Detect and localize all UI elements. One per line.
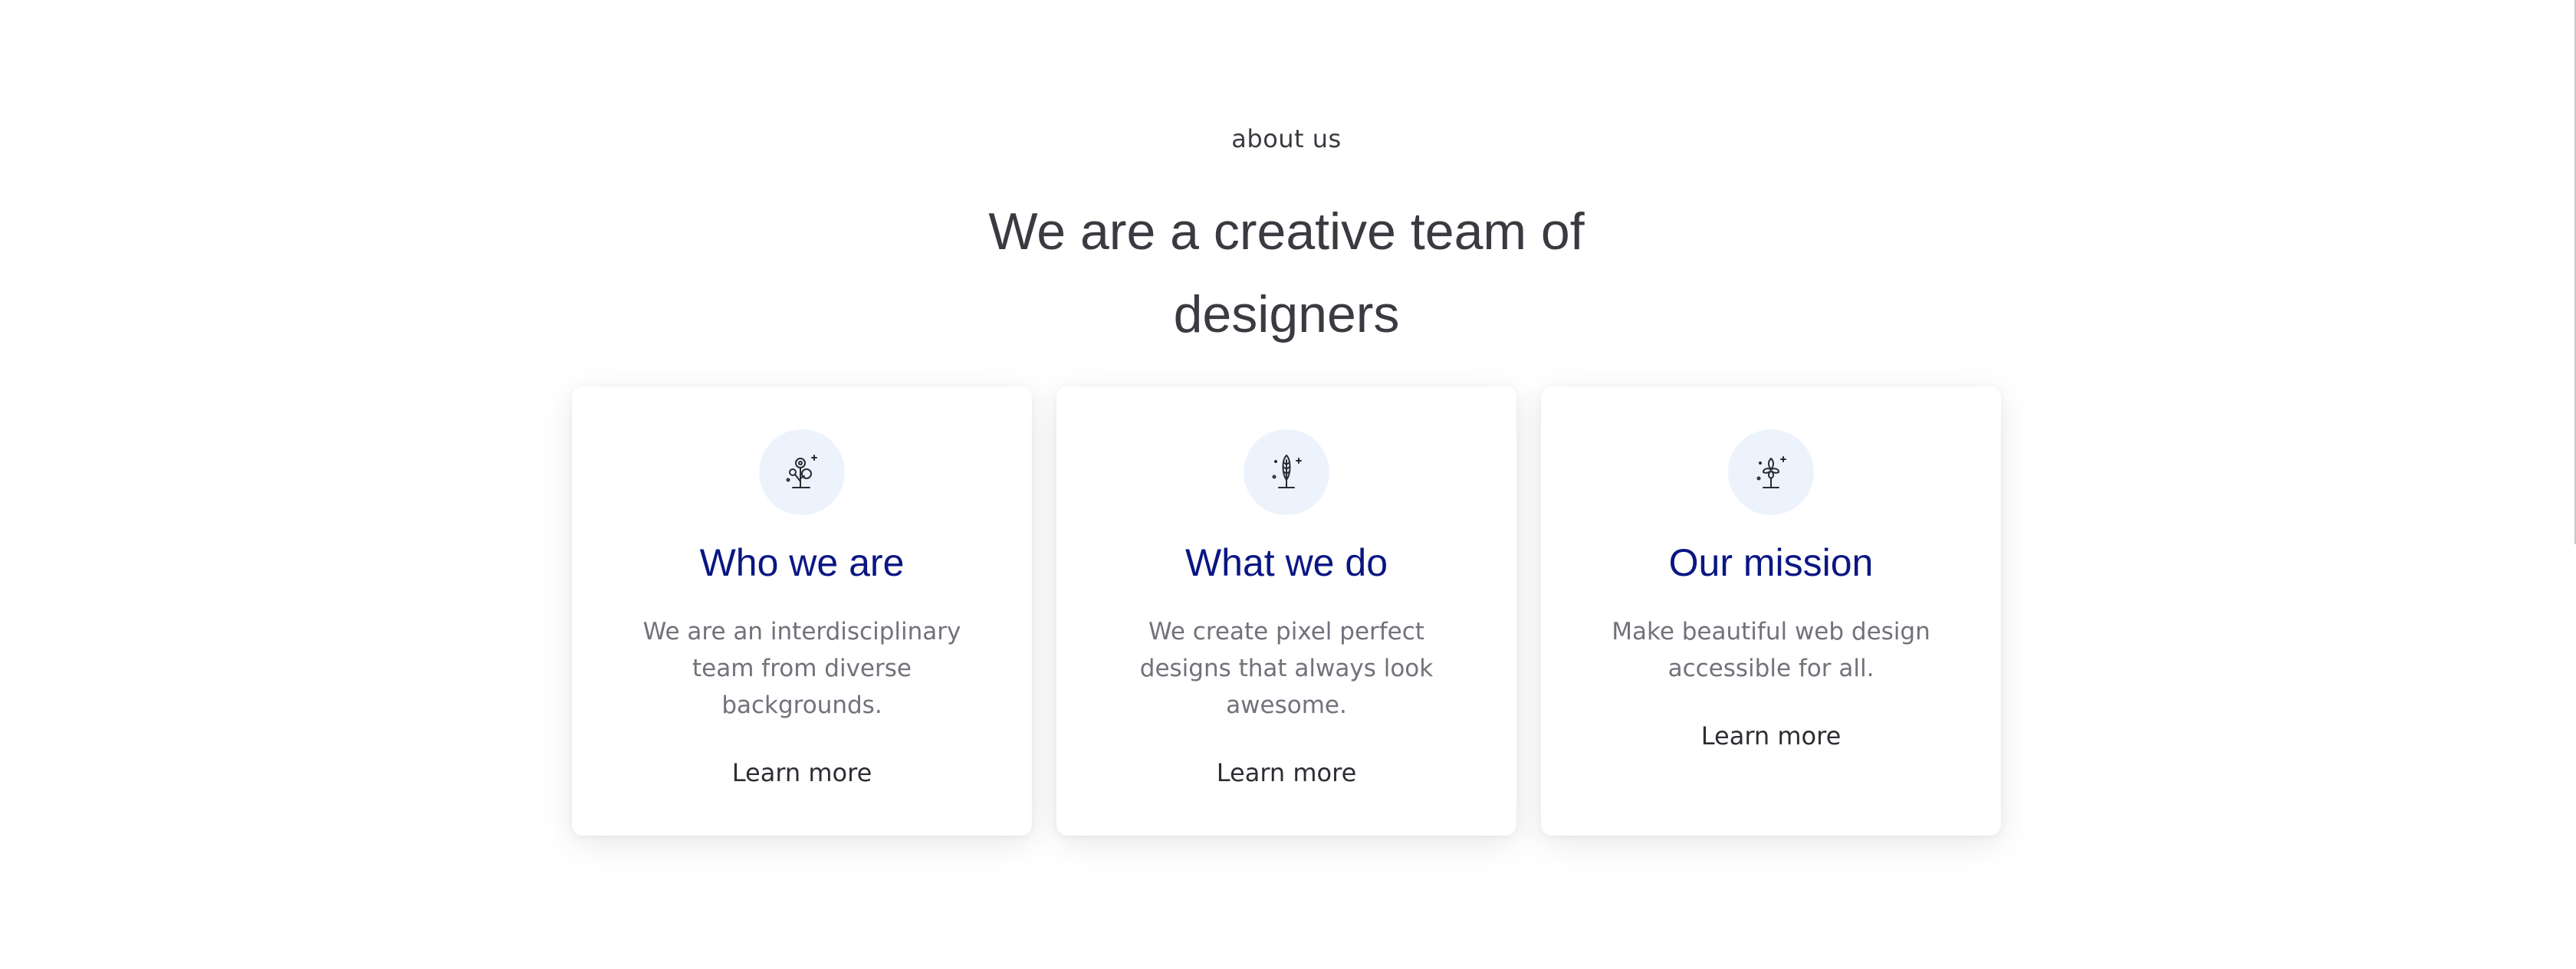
headline-line-1: We are a creative team of [988,202,1585,261]
card-our-mission: Our mission Make beautiful web design ac… [1541,386,2001,836]
leaf-sprout-icon [1272,455,1302,488]
card-what-we-do: What we do We create pixel perfect desig… [1056,386,1516,836]
about-section: about us We are a creative team of desig… [0,0,2573,969]
learn-more-link[interactable]: Learn more [572,756,1032,790]
headline-line-2: designers [1173,285,1400,343]
flower-tree-icon [786,455,817,488]
section-eyebrow: about us [1231,124,1342,153]
learn-more-link[interactable]: Learn more [1056,756,1516,790]
card-title: Who we are [699,541,905,584]
plant-growth-icon [1756,456,1786,488]
card-description: Make beautiful web design accessible for… [1612,618,1930,682]
feature-cards: Who we are We are an interdisciplinary t… [572,386,2001,836]
card-description: We are an interdisciplinary team from di… [642,618,961,719]
card-title: What we do [1184,541,1388,584]
card-icon-circle [1244,429,1329,515]
learn-more-link[interactable]: Learn more [1541,719,2001,753]
card-icon-circle [1728,429,1814,515]
card-description: We create pixel perfect designs that alw… [1139,618,1434,719]
card-title: Our mission [1668,541,1874,584]
section-headline: We are a creative team of designers [941,190,1631,356]
card-icon-circle [759,429,845,515]
card-who-we-are: Who we are We are an interdisciplinary t… [572,386,1032,836]
